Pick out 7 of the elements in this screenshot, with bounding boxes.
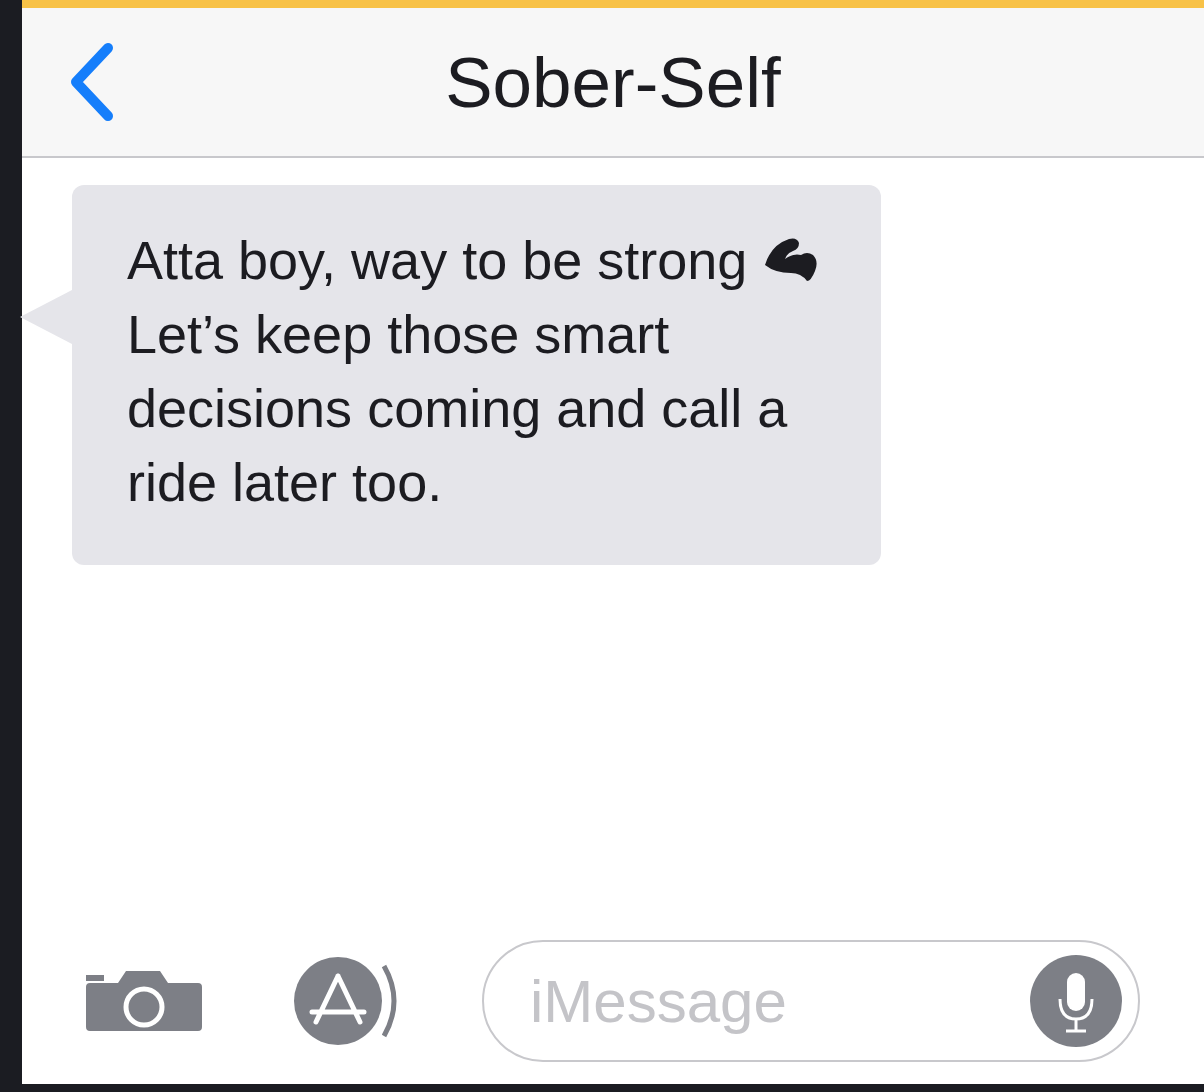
message-input-field[interactable]: iMessage	[482, 940, 1140, 1062]
microphone-icon[interactable]	[1028, 953, 1124, 1049]
contact-name: Sober-Self	[445, 41, 781, 123]
message-text-input[interactable]: iMessage	[528, 965, 1028, 1037]
camera-icon[interactable]	[84, 969, 204, 1033]
message-text: Let’s keep those smart decisions coming and call a ride later too.	[127, 303, 789, 514]
message-text: Atta boy, way to be strong	[127, 229, 748, 292]
